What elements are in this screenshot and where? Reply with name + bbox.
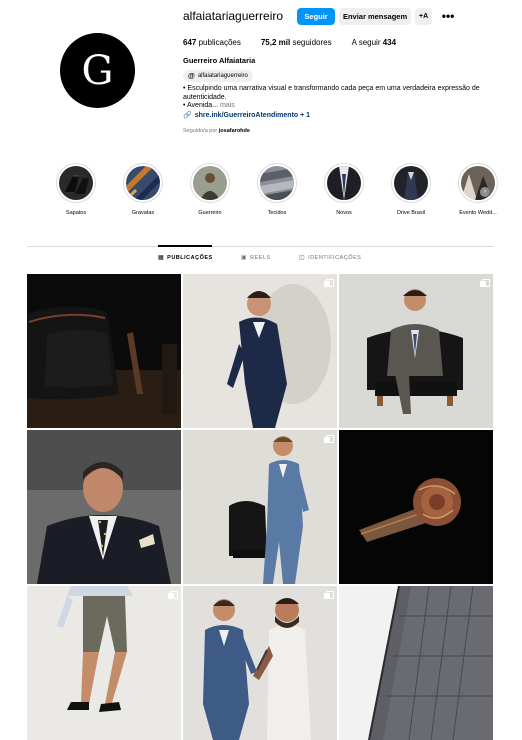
posts-label: publicações xyxy=(198,38,241,47)
tab-posts-label: PUBLICAÇÕES xyxy=(167,254,213,261)
highlight-drive-brasil[interactable]: Drive Brasil xyxy=(381,163,441,216)
profile-avatar[interactable]: G xyxy=(60,33,135,108)
highlight-cover-image xyxy=(59,166,93,200)
post-tile[interactable] xyxy=(183,430,337,584)
post-tile[interactable] xyxy=(339,430,493,584)
highlight-label: Evento Wedd... xyxy=(459,210,497,216)
post-tile[interactable] xyxy=(183,274,337,428)
highlight-cover-image xyxy=(126,166,160,200)
highlight-label: Novos xyxy=(336,210,352,216)
avatar-letter: G xyxy=(81,47,114,94)
highlight-cover-image xyxy=(394,166,428,200)
post-image xyxy=(183,586,337,740)
posts-count: 647 xyxy=(183,38,197,47)
post-image xyxy=(339,586,493,740)
highlight-label: Guerreiro xyxy=(198,210,222,216)
followers-count: 75,2 mil xyxy=(260,38,291,47)
post-tile[interactable] xyxy=(183,586,337,740)
post-image xyxy=(339,274,493,428)
highlight-tecidos[interactable]: Tecidos xyxy=(247,163,307,216)
highlight-gravatas[interactable]: Gravatas xyxy=(113,163,173,216)
bio-line-2: • Avenida... xyxy=(183,102,219,109)
highlight-cover-image xyxy=(461,166,495,200)
following-label: A seguir xyxy=(351,38,381,47)
active-tab-indicator xyxy=(158,245,212,247)
highlight-label: Tecidos xyxy=(267,210,287,216)
tabs-divider xyxy=(27,246,494,247)
tab-tagged[interactable]: ◫ IDENTIFICAÇÕES xyxy=(299,254,362,262)
highlight-ring xyxy=(257,163,297,203)
profile-actions-row: alfaiatariaguerreiro Seguir Enviar mensa… xyxy=(183,7,456,25)
more-options-icon[interactable]: ••• xyxy=(440,8,456,25)
highlights-next-icon[interactable]: › xyxy=(480,187,490,197)
following-count: 434 xyxy=(382,38,397,47)
profile-bio: • Esculpindo uma narrativa visual e tran… xyxy=(183,85,483,111)
bio-more-link[interactable]: mais xyxy=(220,102,235,109)
post-image xyxy=(27,586,181,740)
post-image xyxy=(339,430,493,584)
highlight-cover-image xyxy=(327,166,361,200)
link-icon: 🔗 xyxy=(183,112,192,119)
add-user-icon[interactable]: +A xyxy=(415,7,433,25)
highlight-ring xyxy=(458,163,498,203)
threads-icon: @ xyxy=(188,72,195,80)
profile-tabs: ▦ PUBLICAÇÕES ▣ REELS ◫ IDENTIFICAÇÕES xyxy=(27,254,494,266)
tab-reels[interactable]: ▣ REELS xyxy=(241,254,271,262)
followers-label: seguidores xyxy=(292,38,332,47)
post-tile[interactable] xyxy=(27,274,181,428)
highlight-cover-image xyxy=(193,166,227,200)
followed-by[interactable]: Seguido/a por josafarohde xyxy=(183,128,250,134)
highlight-sapatos[interactable]: Sapatos xyxy=(46,163,106,216)
post-image xyxy=(183,274,337,428)
threads-badge[interactable]: @ alfaiatariaguerreiro xyxy=(183,70,253,82)
highlight-novos[interactable]: Novos xyxy=(314,163,374,216)
highlight-ring xyxy=(56,163,96,203)
profile-link-text: shre.ink/GuerreiroAtendimento + 1 xyxy=(194,111,311,119)
follow-button[interactable]: Seguir xyxy=(297,7,336,25)
followed-by-user: josafarohde xyxy=(218,128,250,134)
story-highlights: Sapatos Gravatas Guerreiro Tecidos Novos… xyxy=(46,163,498,223)
profile-username: alfaiatariaguerreiro xyxy=(183,9,284,23)
profile-link[interactable]: 🔗 shre.ink/GuerreiroAtendimento + 1 xyxy=(183,111,311,120)
tab-tagged-label: IDENTIFICAÇÕES xyxy=(308,254,362,261)
post-tile[interactable] xyxy=(339,586,493,740)
grid-icon: ▦ xyxy=(158,255,165,261)
followers-stat[interactable]: 75,2 mil seguidores xyxy=(261,38,332,47)
carousel-icon xyxy=(168,591,178,599)
carousel-icon xyxy=(324,435,334,443)
highlight-ring xyxy=(190,163,230,203)
threads-handle: alfaiatariaguerreiro xyxy=(197,73,248,79)
post-tile[interactable] xyxy=(27,430,181,584)
highlight-cover-image xyxy=(260,166,294,200)
posts-stat: 647 publicações xyxy=(183,38,241,47)
post-tile[interactable] xyxy=(339,274,493,428)
post-image xyxy=(27,430,181,584)
post-image xyxy=(183,430,337,584)
highlight-label: Drive Brasil xyxy=(396,210,426,216)
carousel-icon xyxy=(480,279,490,287)
highlight-ring xyxy=(123,163,163,203)
bio-line-1: • Esculpindo uma narrativa visual e tran… xyxy=(183,85,480,101)
profile-full-name: Guerreiro Alfaiataria xyxy=(183,56,256,65)
carousel-icon xyxy=(324,279,334,287)
tab-reels-label: REELS xyxy=(250,254,271,261)
post-image xyxy=(27,274,181,428)
profile-stats: 647 publicações 75,2 mil seguidores A se… xyxy=(183,38,416,47)
carousel-icon xyxy=(324,591,334,599)
send-message-button[interactable]: Enviar mensagem xyxy=(339,7,412,25)
highlight-label: Gravatas xyxy=(131,210,155,216)
highlight-ring xyxy=(324,163,364,203)
highlight-label: Sapatos xyxy=(65,210,87,216)
followed-by-prefix: Seguido/a por xyxy=(183,128,218,134)
reels-icon: ▣ xyxy=(241,255,248,261)
tab-posts[interactable]: ▦ PUBLICAÇÕES xyxy=(158,254,213,262)
highlight-evento-wedding[interactable]: Evento Wedd... xyxy=(448,163,508,216)
highlight-guerreiro[interactable]: Guerreiro xyxy=(180,163,240,216)
tagged-icon: ◫ xyxy=(299,255,306,261)
highlight-ring xyxy=(391,163,431,203)
following-stat[interactable]: A seguir 434 xyxy=(352,38,397,47)
post-tile[interactable] xyxy=(27,586,181,740)
